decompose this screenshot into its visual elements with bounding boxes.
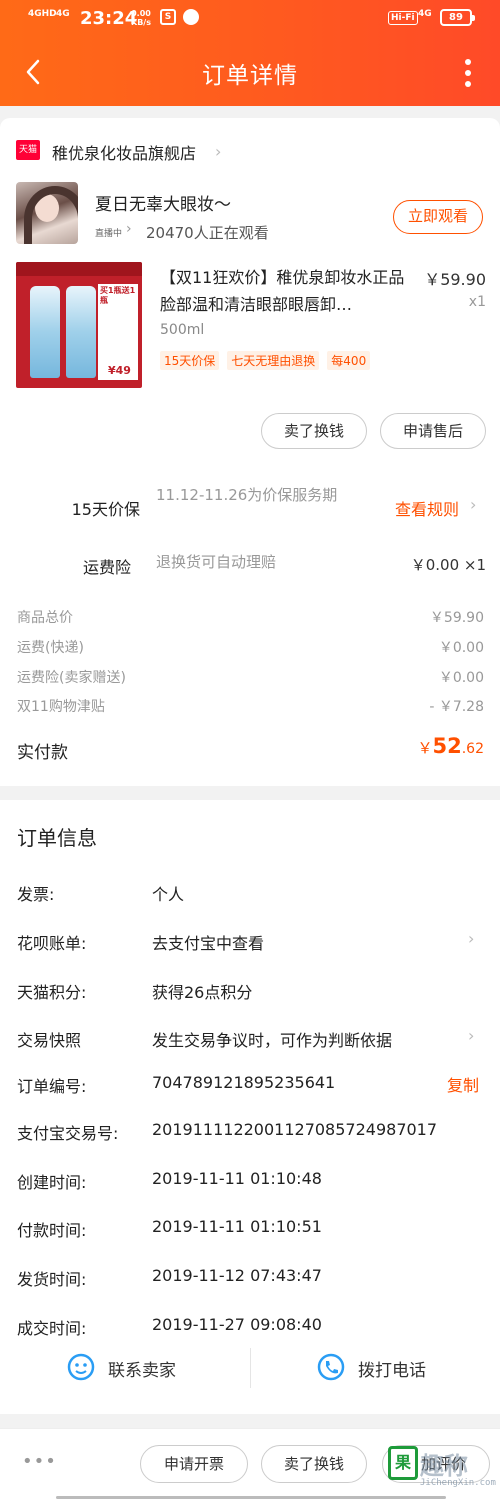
price-protect-text: 11.12-11.26为价保服务期 <box>156 486 338 504</box>
product-title[interactable]: 【双11狂欢价】稚优泉卸妆水正品脸部温和清洁眼部眼唇卸… <box>160 264 410 318</box>
paid-amount: ￥52.62 <box>417 734 484 758</box>
product-tag: 每400 <box>327 351 371 370</box>
network-speed: 0.00 KB/s <box>131 9 151 27</box>
product-spec: 500ml <box>160 322 205 338</box>
page-title: 订单详情 <box>202 63 298 89</box>
network-type: 4G <box>418 9 432 19</box>
fee-label: 运费险(卖家赠送) <box>17 670 126 686</box>
shop-name[interactable]: 稚优泉化妆品旗舰店 <box>52 140 196 164</box>
sell-button[interactable]: 卖了换钱 <box>261 1445 367 1483</box>
speed-unit: KB/s <box>131 18 151 27</box>
watch-live-button[interactable]: 立即观看 <box>393 200 483 234</box>
info-value: 获得26点积分 <box>152 983 253 1002</box>
info-label: 天猫积分: <box>17 983 87 1002</box>
product-tag: 七天无理由退换 <box>227 351 320 370</box>
app-notification-icon <box>183 9 199 25</box>
info-label: 订单编号: <box>17 1077 87 1096</box>
chevron-right-icon[interactable]: › <box>470 495 476 514</box>
home-indicator <box>56 1496 446 1499</box>
notification-icon: S <box>160 9 176 25</box>
order-card: 天猫 稚优泉化妆品旗舰店 › 夏日无辜大眼妆～ 直播中 › 20470人正在观看… <box>0 118 500 786</box>
call-phone-button[interactable]: 拨打电话 <box>358 1356 426 1381</box>
shipping-insurance-label: 运费险 <box>82 558 131 577</box>
info-value: 2019-11-11 01:10:48 <box>152 1169 322 1188</box>
product-price: ￥59.90 <box>424 270 486 289</box>
info-label: 创建时间: <box>17 1173 87 1192</box>
info-value[interactable]: 去支付宝中查看 <box>152 930 264 954</box>
info-value: 2019111122001127085724987017 <box>152 1120 438 1139</box>
product-image-promo: 买1瓶送1瓶 <box>100 286 136 305</box>
info-value: 2019-11-12 07:43:47 <box>152 1266 322 1285</box>
chevron-right-icon[interactable]: › <box>468 1026 474 1045</box>
fee-value: ￥59.90 <box>429 610 484 626</box>
more-options-icon[interactable]: ••• <box>22 1451 57 1472</box>
info-label: 花呗账单: <box>17 934 87 953</box>
info-value: 2019-11-11 01:10:51 <box>152 1217 322 1236</box>
divider <box>250 1348 251 1388</box>
info-label: 交易快照 <box>17 1031 82 1050</box>
shipping-insurance-value: ￥0.00 ×1 <box>410 556 486 574</box>
product-image[interactable]: 买1瓶送1瓶 ¥49 <box>16 262 142 388</box>
sell-button[interactable]: 卖了换钱 <box>261 413 367 449</box>
product-image-price: ¥49 <box>108 364 131 377</box>
shipping-insurance-text: 退换货可自动理赔 <box>156 553 277 571</box>
after-sale-button[interactable]: 申请售后 <box>380 413 486 449</box>
product-tag: 15天价保 <box>160 351 220 370</box>
live-status-tag: 直播中 <box>95 229 123 239</box>
signal2-label: 4G <box>56 9 70 19</box>
battery-icon: 89 <box>440 9 475 26</box>
request-invoice-button[interactable]: 申请开票 <box>140 1445 248 1483</box>
order-info-card: 订单信息 发票: 个人 花呗账单: 去支付宝中查看 › 天猫积分: 获得26点积… <box>0 800 500 1414</box>
price-protect-label: 15天价保 <box>71 500 140 519</box>
view-rules-link[interactable]: 查看规则 <box>395 496 459 520</box>
fee-value: ￥0.00 <box>438 640 484 656</box>
signal1-label: 4GHD <box>28 9 57 19</box>
info-value: 个人 <box>152 885 185 904</box>
top-bar: 4GHD 4G 23:24 0.00 KB/s S Hi-Fi 4G 89 订单… <box>0 0 500 106</box>
live-viewers: 20470人正在观看 <box>146 224 269 242</box>
chat-icon[interactable] <box>66 1352 96 1382</box>
info-label: 成交时间: <box>17 1319 87 1338</box>
fee-label: 运费(快递) <box>17 640 84 656</box>
fee-label: 商品总价 <box>17 610 73 626</box>
watermark-text: 趣称 <box>420 1452 468 1480</box>
live-avatar[interactable] <box>16 182 78 244</box>
chevron-right-icon[interactable]: › <box>215 142 221 161</box>
clock: 23:24 <box>80 8 138 29</box>
live-title[interactable]: 夏日无辜大眼妆～ <box>95 190 231 215</box>
info-value: 2019-11-27 09:08:40 <box>152 1315 322 1334</box>
info-value[interactable]: 发生交易争议时，可作为判断依据 <box>152 1027 392 1051</box>
info-label: 支付宝交易号: <box>17 1124 119 1143</box>
fee-value: - ￥7.28 <box>429 699 484 715</box>
order-number: 704789121895235641 <box>152 1073 336 1092</box>
phone-icon[interactable] <box>316 1352 346 1382</box>
hifi-badge: Hi-Fi <box>388 11 418 25</box>
copy-button[interactable]: 复制 <box>447 1072 479 1096</box>
contact-seller-button[interactable]: 联系卖家 <box>108 1356 176 1381</box>
status-bar: 4GHD 4G 23:24 0.00 KB/s S Hi-Fi 4G 89 <box>0 0 500 38</box>
fee-label: 双11购物津贴 <box>17 699 105 715</box>
info-label: 发货时间: <box>17 1270 87 1289</box>
fee-value: ￥0.00 <box>438 670 484 686</box>
section-title: 订单信息 <box>17 826 97 850</box>
info-label: 发票: <box>17 885 55 904</box>
speed-value: 0.00 <box>131 9 151 18</box>
paid-label: 实付款 <box>17 743 68 763</box>
more-menu-icon[interactable] <box>458 56 478 88</box>
chevron-right-icon: › <box>126 221 132 237</box>
product-quantity: x1 <box>468 294 486 310</box>
watermark-url: JiChengXin.com <box>420 1478 496 1488</box>
info-label: 付款时间: <box>17 1221 87 1240</box>
watermark-logo-icon: 果 <box>388 1446 418 1480</box>
chevron-right-icon[interactable]: › <box>468 929 474 948</box>
product-tags: 15天价保 七天无理由退换 每400 <box>160 350 378 370</box>
tmall-logo-icon: 天猫 <box>16 140 40 160</box>
